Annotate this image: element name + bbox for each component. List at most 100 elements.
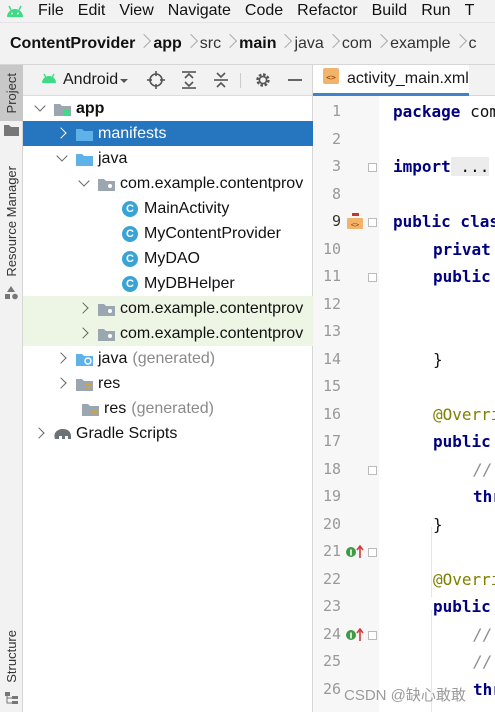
code-keyword: public xyxy=(433,267,491,286)
tree-item-class[interactable]: C MyDBHelper xyxy=(23,271,313,296)
tree-item-class[interactable]: C MyContentProvider xyxy=(23,221,313,246)
code-line: public xyxy=(433,597,491,616)
breadcrumb-com[interactable]: com xyxy=(342,35,372,53)
tree-item-class[interactable]: C MyDAO xyxy=(23,246,313,271)
code-line: // xyxy=(473,652,492,671)
chevron-down-icon[interactable] xyxy=(35,96,47,121)
xml-file-icon: <> xyxy=(323,68,339,89)
tree-item-java-generated[interactable]: java (generated) xyxy=(23,346,313,371)
tree-item-java[interactable]: java xyxy=(23,146,313,171)
chevron-right-icon[interactable] xyxy=(57,121,69,146)
chevron-down-icon[interactable] xyxy=(57,146,69,171)
breadcrumb-module[interactable]: app xyxy=(153,35,181,53)
fold-toggle[interactable] xyxy=(368,466,377,475)
menu-refactor[interactable]: Refactor xyxy=(289,0,363,22)
breadcrumb-separator xyxy=(324,23,342,64)
menu-tools[interactable]: T xyxy=(457,0,481,22)
indent-guide xyxy=(431,527,432,597)
code-annotation: @Overri xyxy=(433,405,495,424)
class-icon: C xyxy=(121,275,139,292)
fold-toggle[interactable] xyxy=(368,218,377,227)
code-keyword: import xyxy=(393,157,451,176)
layout-file-gutter-icon[interactable]: <> xyxy=(347,213,365,234)
tree-item-manifests[interactable]: manifests xyxy=(23,121,313,146)
resource-folder-icon xyxy=(81,401,99,417)
code-editor: <> activity_main.xml 1 2 3 8 9 10 11 12 … xyxy=(313,65,495,712)
tree-item-label: MyContentProvider xyxy=(144,224,281,242)
resource-manager-tool-tab[interactable]: Resource Manager xyxy=(0,157,23,285)
menu-edit[interactable]: Edit xyxy=(70,0,112,22)
code-comment: // xyxy=(473,625,493,644)
menu-run[interactable]: Run xyxy=(413,0,456,22)
code-line: @Overri xyxy=(433,405,495,424)
generated-source-folder-icon xyxy=(75,351,93,367)
chevron-right-icon[interactable] xyxy=(35,421,47,446)
toolbar-divider xyxy=(240,73,241,88)
tree-item-package[interactable]: com.example.contentprov xyxy=(23,321,313,346)
structure-tool-tab[interactable]: Structure xyxy=(0,625,23,687)
breadcrumb-project[interactable]: ContentProvider xyxy=(10,35,135,53)
breadcrumb-separator xyxy=(221,23,239,64)
fold-toggle[interactable] xyxy=(368,273,377,282)
chevron-right-icon[interactable] xyxy=(57,346,69,371)
tree-item-label: com.example.contentprov xyxy=(120,299,304,317)
class-icon: C xyxy=(121,250,139,267)
menu-file[interactable]: File xyxy=(30,0,70,22)
chevron-down-icon[interactable] xyxy=(79,171,91,196)
code-line: privat xyxy=(433,240,491,259)
menu-view[interactable]: View xyxy=(111,0,159,22)
line-number: 18 xyxy=(322,460,341,478)
implements-method-gutter-icon[interactable]: I xyxy=(346,544,364,564)
menu-build[interactable]: Build xyxy=(364,0,414,22)
tree-item-label: com.example.contentprov xyxy=(120,324,304,342)
breadcrumb-separator xyxy=(182,23,200,64)
breadcrumb-main[interactable]: main xyxy=(239,35,276,53)
breadcrumb: ContentProvider app src main java com ex… xyxy=(0,22,495,65)
tree-item-class[interactable]: C MainActivity xyxy=(23,196,313,221)
chevron-right-icon[interactable] xyxy=(79,296,91,321)
source-folder-icon xyxy=(75,151,93,167)
tree-item-package[interactable]: com.example.contentprov xyxy=(23,296,313,321)
line-number: 25 xyxy=(322,652,341,670)
chevron-right-icon[interactable] xyxy=(79,321,91,346)
fold-toggle[interactable] xyxy=(368,548,377,557)
select-opened-file-icon[interactable] xyxy=(146,70,166,90)
breadcrumb-src[interactable]: src xyxy=(200,35,221,53)
folder-icon xyxy=(4,123,19,141)
line-number: 22 xyxy=(322,570,341,588)
class-icon: C xyxy=(121,225,139,242)
collapse-all-icon[interactable] xyxy=(211,70,231,90)
menu-code[interactable]: Code xyxy=(237,0,289,22)
tree-item-res-generated[interactable]: res (generated) xyxy=(23,396,313,421)
project-view-selector[interactable]: Android xyxy=(41,71,129,89)
package-icon xyxy=(97,326,115,342)
tree-item-app[interactable]: app xyxy=(23,96,313,121)
fold-toggle[interactable] xyxy=(368,163,377,172)
gear-icon[interactable] xyxy=(253,70,273,90)
chevron-right-icon[interactable] xyxy=(57,371,69,396)
tree-item-gradle-scripts[interactable]: Gradle Scripts xyxy=(23,421,313,446)
code-keyword: thr xyxy=(473,487,495,506)
code-line: // xyxy=(473,460,492,479)
tree-item-package[interactable]: com.example.contentprov xyxy=(23,171,313,196)
left-tool-strip: Project Resource Manager Structure xyxy=(0,65,23,712)
breadcrumb-next[interactable]: c xyxy=(469,35,477,53)
code-line: public clas xyxy=(393,212,495,231)
code-keyword: public xyxy=(433,597,491,616)
editor-tab-activity-main[interactable]: <> activity_main.xml xyxy=(313,65,469,96)
fold-toggle[interactable] xyxy=(368,631,377,640)
breadcrumb-example[interactable]: example xyxy=(390,35,450,53)
code-line: } xyxy=(433,350,443,369)
tree-item-res[interactable]: res xyxy=(23,371,313,396)
project-tool-tab[interactable]: Project xyxy=(0,65,23,121)
line-number: 21 xyxy=(322,542,341,560)
code-annotation: @Overri xyxy=(433,570,495,589)
menu-navigate[interactable]: Navigate xyxy=(160,0,237,22)
line-number: 9 xyxy=(331,212,341,230)
folded-imports[interactable]: ... xyxy=(450,157,490,176)
minimize-icon[interactable] xyxy=(285,70,305,90)
implements-method-gutter-icon[interactable]: I xyxy=(346,627,364,647)
line-number: 13 xyxy=(322,322,341,340)
expand-all-icon[interactable] xyxy=(179,70,199,90)
breadcrumb-java[interactable]: java xyxy=(294,35,323,53)
